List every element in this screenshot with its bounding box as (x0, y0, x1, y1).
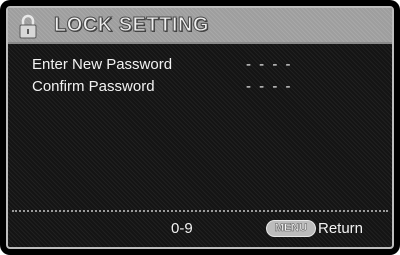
page-title: LOCK SETTING (54, 14, 209, 37)
menu-key-icon: MENU (266, 220, 316, 237)
confirm-password-row[interactable]: Confirm Password - - - - (32, 78, 372, 98)
new-password-field[interactable]: - - - - (246, 56, 292, 73)
return-label: Return (318, 220, 364, 237)
menu-return-button[interactable]: MENU Return (266, 218, 386, 240)
new-password-row[interactable]: Enter New Password - - - - (32, 56, 372, 76)
tv-screen: LOCK SETTING Enter New Password - - - - … (0, 0, 400, 255)
title-bar: LOCK SETTING (8, 8, 392, 44)
digit-range-hint: 0-9 (171, 220, 193, 237)
padlock-icon (17, 13, 39, 39)
lock-setting-dialog: LOCK SETTING Enter New Password - - - - … (6, 6, 394, 249)
footer-divider (12, 210, 388, 212)
confirm-password-field[interactable]: - - - - (246, 78, 292, 95)
new-password-label: Enter New Password (32, 56, 173, 73)
confirm-password-label: Confirm Password (32, 78, 155, 95)
